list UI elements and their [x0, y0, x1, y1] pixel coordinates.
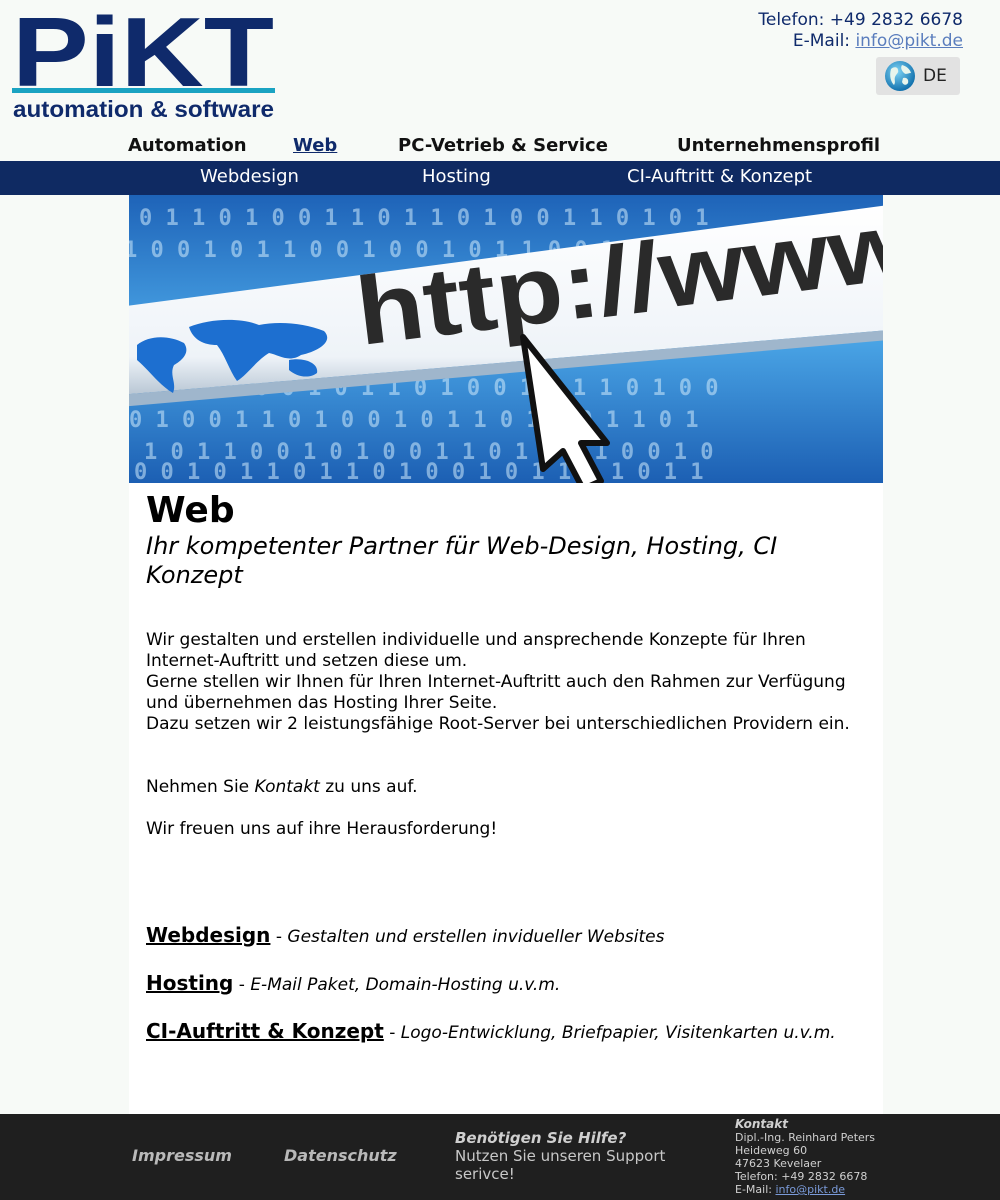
pikt-logo[interactable]: PiKT automation & software — [12, 10, 276, 122]
svg-text:0 1 0 0 1 1 0 1 0 0 1 0 1 1 0: 0 1 0 0 1 1 0 1 0 0 1 0 1 1 0 1 0 0 1 1 … — [129, 408, 699, 433]
subnav-hosting[interactable]: Hosting — [422, 166, 491, 187]
contact-prefix: Nehmen Sie — [146, 777, 255, 797]
intro-line: Wir gestalten und erstellen individuelle… — [146, 630, 806, 671]
header-contact: Telefon: +49 2832 6678 E-Mail: info@pikt… — [758, 10, 963, 52]
footer-email-label: E-Mail: — [735, 1183, 776, 1196]
service-link-row: Webdesign - Gestalten und erstellen invi… — [146, 923, 866, 949]
header-email-line: E-Mail: info@pikt.de — [758, 31, 963, 52]
service-separator: - — [383, 1023, 401, 1043]
header-email-link[interactable]: info@pikt.de — [855, 31, 963, 51]
footer-email-link[interactable]: info@pikt.de — [775, 1183, 845, 1196]
subnav-webdesign[interactable]: Webdesign — [200, 166, 299, 187]
header-phone: Telefon: +49 2832 6678 — [758, 10, 963, 30]
intro-line: Dazu setzen wir 2 leistungsfähige Root-S… — [146, 714, 850, 734]
footer-kontakt: Kontakt Dipl.-Ing. Reinhard Peters Heide… — [735, 1117, 876, 1197]
footer-help-text: Nutzen Sie unseren Support serivce! — [455, 1147, 666, 1183]
contact-link[interactable]: Kontakt — [255, 777, 320, 797]
header: PiKT automation & software Telefon: +49 … — [0, 0, 1000, 130]
main-content: 0 1 1 0 1 0 0 1 1 0 1 1 0 1 0 0 1 1 0 1 … — [129, 195, 883, 1114]
svg-text:0 0 1 0 1 1 0 1 1 0 1 0 0 1 0: 0 0 1 0 1 1 0 1 1 0 1 0 0 1 0 1 1 0 1 0 … — [134, 460, 704, 483]
footer-impressum-link[interactable]: Impressum — [132, 1146, 232, 1165]
service-links: Webdesign - Gestalten und erstellen invi… — [146, 923, 866, 1045]
service-separator: - — [233, 975, 251, 995]
intro-line: Gerne stellen wir Ihnen für Ihren Intern… — [146, 672, 846, 713]
logo-tagline: automation & software — [13, 96, 274, 122]
header-email-label: E-Mail: — [792, 31, 856, 51]
contact-sentence: Nehmen Sie Kontakt zu uns auf. — [146, 777, 866, 798]
footer-kontakt-line: Heideweg 60 — [735, 1144, 808, 1157]
contact-suffix: zu uns auf. — [319, 777, 418, 797]
closing-sentence: Wir freuen uns auf ihre Herausforderung! — [146, 819, 498, 839]
footer-kontakt-line: Dipl.-Ing. Reinhard Peters — [735, 1131, 876, 1144]
page-subtitle: Ihr kompetenter Partner für Web-Design, … — [146, 532, 778, 589]
hero-banner: 0 1 1 0 1 0 0 1 1 0 1 1 0 1 0 0 1 1 0 1 … — [129, 195, 883, 483]
footer-kontakt-line: Telefon: +49 2832 6678 — [735, 1170, 868, 1183]
sub-navigation: Webdesign Hosting CI-Auftritt & Konzept — [0, 161, 1000, 195]
footer-kontakt-line: 47623 Kevelaer — [735, 1157, 822, 1170]
footer-kontakt-title: Kontakt — [735, 1117, 788, 1131]
service-description: Gestalten und erstellen invidueller Webs… — [287, 927, 665, 947]
footer-help[interactable]: Benötigen Sie Hilfe? Nutzen Sie unseren … — [455, 1129, 695, 1183]
subnav-ci-auftritt-konzept[interactable]: CI-Auftritt & Konzept — [627, 166, 812, 187]
page-title: Web — [146, 490, 235, 531]
service-link-row: Hosting - E-Mail Paket, Domain-Hosting u… — [146, 971, 866, 997]
service-description: E-Mail Paket, Domain-Hosting u.v.m. — [250, 975, 561, 995]
globe-icon — [885, 61, 915, 91]
nav-pc-vertrieb-service[interactable]: PC-Vetrieb & Service — [398, 135, 608, 156]
nav-automation[interactable]: Automation — [128, 135, 247, 156]
footer-help-title: Benötigen Sie Hilfe? — [455, 1129, 627, 1147]
nav-unternehmensprofil[interactable]: Unternehmensprofil — [677, 135, 880, 156]
language-label: DE — [923, 66, 947, 86]
service-link-row: CI-Auftritt & Konzept - Logo-Entwicklung… — [146, 1019, 866, 1045]
content-text: Web Ihr kompetenter Partner für Web-Desi… — [146, 490, 866, 1067]
service-link-hosting[interactable]: Hosting — [146, 971, 233, 995]
footer: Impressum Datenschutz Benötigen Sie Hilf… — [0, 1114, 1000, 1200]
nav-web[interactable]: Web — [293, 135, 337, 156]
service-description: Logo-Entwicklung, Briefpapier, Visitenka… — [400, 1023, 836, 1043]
footer-kontakt-email-line: E-Mail: info@pikt.de — [735, 1183, 875, 1196]
service-link-webdesign[interactable]: Webdesign — [146, 923, 270, 947]
main-navigation: Automation Web PC-Vetrieb & Service Unte… — [0, 135, 1000, 159]
intro-paragraph: Wir gestalten und erstellen individuelle… — [146, 630, 866, 735]
service-separator: - — [270, 927, 288, 947]
footer-datenschutz-link[interactable]: Datenschutz — [284, 1146, 397, 1165]
language-switcher[interactable]: DE — [876, 57, 960, 95]
service-link-ci-auftritt[interactable]: CI-Auftritt & Konzept — [146, 1019, 384, 1043]
